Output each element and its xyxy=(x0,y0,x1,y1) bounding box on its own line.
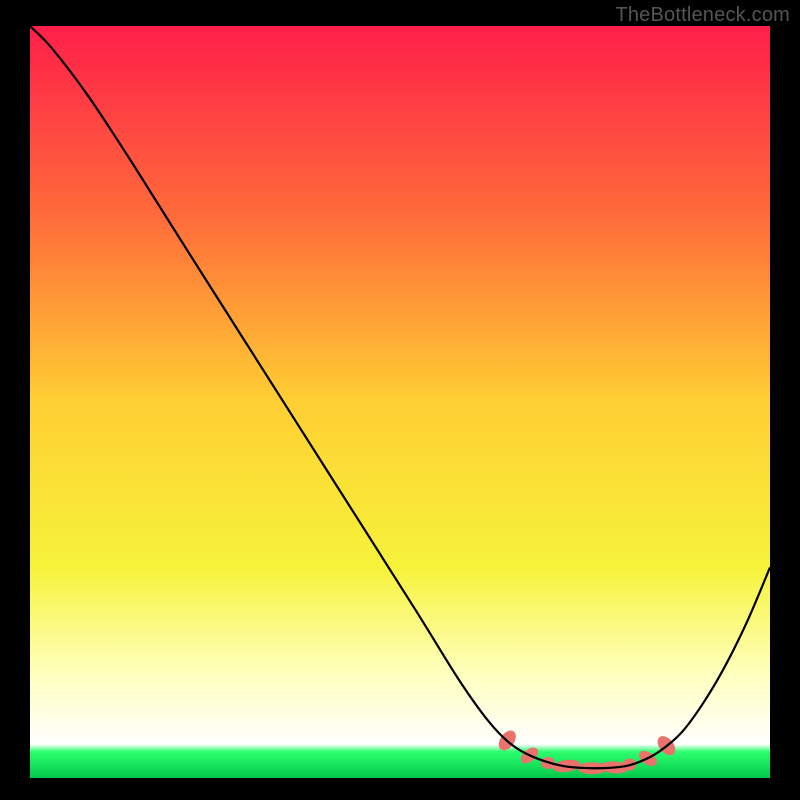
watermark-label: TheBottleneck.com xyxy=(615,4,790,27)
chart-stage: TheBottleneck.com xyxy=(0,0,800,800)
bottleneck-chart xyxy=(0,0,800,800)
gradient-background xyxy=(30,26,770,778)
